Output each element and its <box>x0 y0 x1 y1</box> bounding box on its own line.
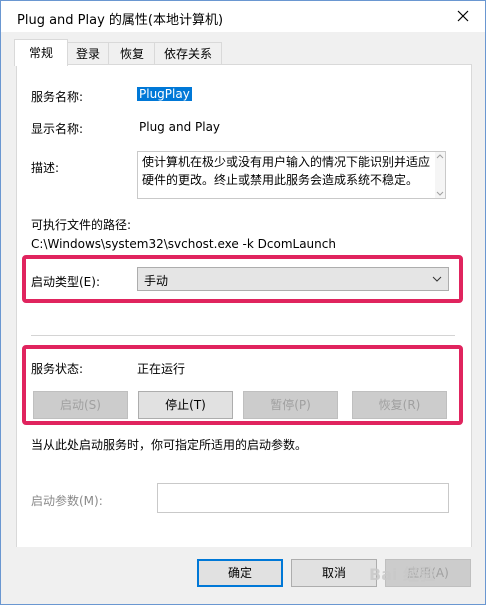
service-status-highlight <box>22 345 463 425</box>
startup-type-highlight <box>22 255 463 303</box>
general-panel <box>16 64 472 548</box>
service-name-label: 服务名称: <box>31 90 84 104</box>
path-label: 可执行文件的路径: <box>31 218 132 232</box>
ok-button[interactable]: 确定 <box>197 559 283 587</box>
service-name-value[interactable]: PlugPlay <box>137 87 192 101</box>
description-text[interactable]: 使计算机在极少或没有用户输入的情况下能识别并适应硬件的更改。终止或禁用此服务会造… <box>137 151 446 199</box>
display-name-value: Plug and Play <box>139 120 221 134</box>
start-params-label: 启动参数(M): <box>31 494 103 508</box>
watermark-logo: Bai 经验 <box>369 565 436 584</box>
start-params-input[interactable] <box>157 483 449 513</box>
cancel-button[interactable]: 取消 <box>291 559 377 587</box>
path-value: C:\Windows\system32\svchost.exe -k DcomL… <box>31 237 336 251</box>
display-name-label: 显示名称: <box>31 122 84 136</box>
divider <box>31 335 455 336</box>
tab-logon[interactable]: 登录 <box>66 42 110 65</box>
tab-dependencies[interactable]: 依存关系 <box>154 42 222 65</box>
tab-recovery[interactable]: 恢复 <box>108 42 156 65</box>
close-icon[interactable] <box>453 6 473 26</box>
properties-dialog: Plug and Play 的属性(本地计算机) 常规 登录 恢复 依存关系 服… <box>0 0 486 605</box>
description-label: 描述: <box>31 161 60 175</box>
tab-general[interactable]: 常规 <box>14 39 68 66</box>
scroll-arrows-icon <box>436 154 444 196</box>
window-title: Plug and Play 的属性(本地计算机) <box>17 13 224 28</box>
hint-text: 当从此处启动服务时，你可指定所适用的启动参数。 <box>31 438 308 452</box>
description-scrollbar[interactable] <box>435 152 445 198</box>
title-bar: Plug and Play 的属性(本地计算机) <box>1 1 485 32</box>
